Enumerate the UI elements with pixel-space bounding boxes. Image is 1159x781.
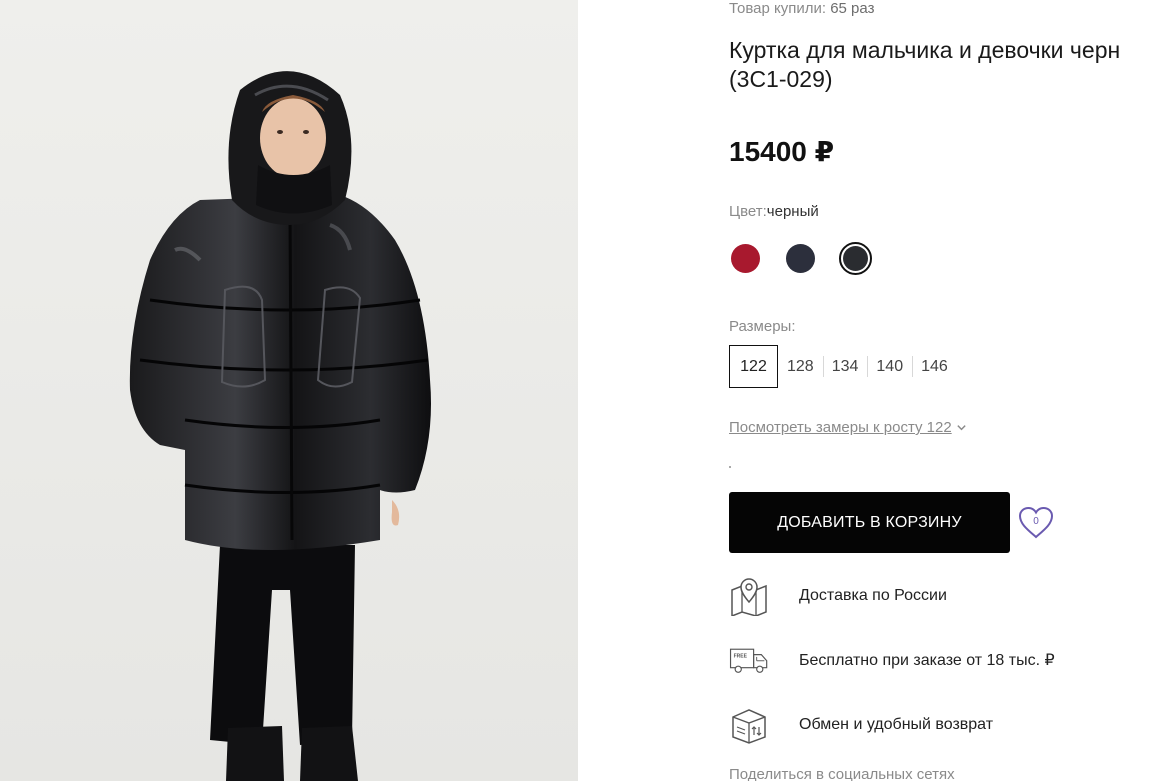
- product-info-panel: Товар купили: 65 раз Куртка для мальчика…: [729, 0, 1159, 781]
- swatch-dot: [786, 244, 815, 273]
- swatch-dot: [843, 246, 868, 271]
- favorite-count: 0: [1033, 516, 1039, 527]
- perk-free-shipping-text: Бесплатно при заказе от 18 тыс. ₽: [799, 652, 1055, 669]
- color-swatch-navy[interactable]: [784, 242, 817, 275]
- favorite-button[interactable]: 0: [1018, 505, 1054, 541]
- perk-returns-text: Обмен и удобный возврат: [799, 716, 994, 733]
- perk-delivery-text: Доставка по России: [799, 587, 947, 604]
- perk-free-shipping: FREE Бесплатно при заказе от 18 тыс. ₽: [729, 640, 1055, 680]
- product-title-line1: Куртка для мальчика и девочки черн: [729, 37, 1121, 63]
- color-label-text: Цвет:: [729, 203, 767, 220]
- free-delivery-truck-icon: FREE: [729, 648, 768, 673]
- size-option-134[interactable]: 134: [822, 345, 868, 388]
- size-option-122[interactable]: 122: [729, 345, 778, 388]
- product-image[interactable]: [0, 0, 578, 781]
- product-title-line2: (3С1-029): [729, 66, 833, 92]
- size-option-140[interactable]: 140: [867, 345, 912, 388]
- purchase-count: Товар купили: 65 раз: [729, 0, 874, 17]
- divider-dot: [729, 466, 731, 468]
- perk-delivery: Доставка по России: [729, 576, 947, 616]
- perk-returns: Обмен и удобный возврат: [729, 705, 993, 745]
- size-selector: 122 128 134 140 146: [729, 345, 957, 388]
- swatch-dot: [731, 244, 760, 273]
- size-option-146[interactable]: 146: [912, 345, 957, 388]
- product-photo-illustration: [0, 0, 578, 781]
- purchase-count-value: 65 раз: [830, 0, 875, 17]
- color-swatch-red[interactable]: [729, 242, 762, 275]
- sizes-label: Размеры:: [729, 318, 796, 335]
- svg-text:FREE: FREE: [734, 654, 748, 660]
- chevron-down-icon: [956, 425, 966, 431]
- color-value: черный: [766, 203, 819, 220]
- share-label: Поделиться в социальных сетях: [729, 766, 955, 781]
- map-location-icon: [731, 578, 767, 616]
- size-measurements-link[interactable]: Посмотреть замеры к росту 122: [729, 419, 967, 436]
- color-label: Цвет:черный: [729, 203, 819, 220]
- add-to-cart-button[interactable]: ДОБАВИТЬ В КОРЗИНУ: [729, 492, 1010, 553]
- color-swatch-black[interactable]: [839, 242, 872, 275]
- color-swatches: [729, 242, 872, 275]
- product-price: 15400 ₽: [729, 136, 835, 167]
- size-measurements-link-text: Посмотреть замеры к росту 122: [729, 419, 952, 436]
- size-option-128[interactable]: 128: [778, 345, 823, 388]
- product-title: Куртка для мальчика и девочки черн (3С1-…: [729, 36, 1159, 94]
- return-box-icon: [732, 709, 766, 744]
- purchase-count-label: Товар купили:: [729, 0, 827, 17]
